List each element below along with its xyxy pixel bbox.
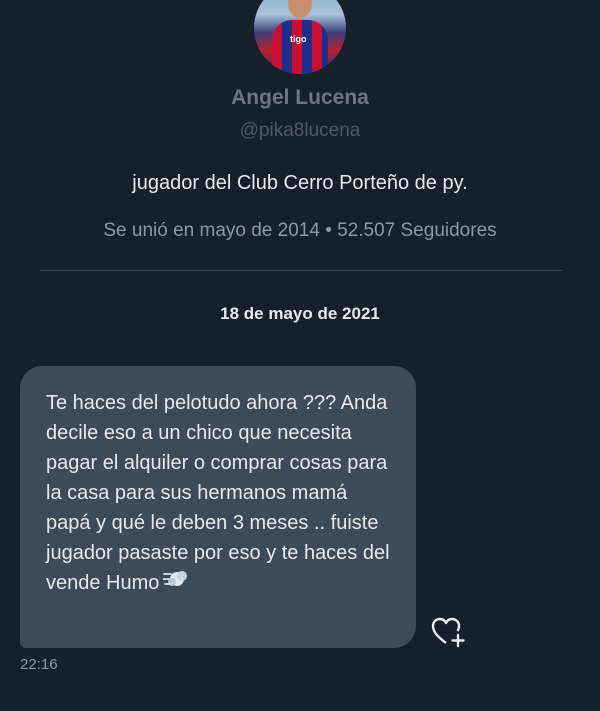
profile-meta: Se unió en mayo de 2014 • 52.507 Seguido…	[103, 220, 497, 241]
conversation-date: 18 de mayo de 2021	[220, 304, 380, 323]
profile-avatar[interactable]: tigo	[254, 0, 346, 74]
avatar-jersey	[272, 20, 328, 74]
heart-plus-icon[interactable]	[430, 616, 466, 648]
dashing-away-icon	[162, 568, 189, 599]
avatar-sponsor-logo: tigo	[290, 34, 307, 44]
message-timestamp: 22:16	[20, 656, 58, 673]
profile-name[interactable]: Angel Lucena	[0, 86, 600, 110]
message-bubble[interactable]: Te haces del pelotudo ahora ??? Anda dec…	[20, 366, 416, 648]
divider	[40, 270, 562, 271]
profile-handle[interactable]: @pika8lucena	[0, 120, 600, 142]
message-text: Te haces del pelotudo ahora ??? Anda dec…	[46, 388, 396, 599]
profile-bio: jugador del Club Cerro Porteño de py.	[132, 172, 468, 194]
avatar-head	[288, 0, 312, 18]
message-text-content: Te haces del pelotudo ahora ??? Anda dec…	[46, 392, 390, 594]
